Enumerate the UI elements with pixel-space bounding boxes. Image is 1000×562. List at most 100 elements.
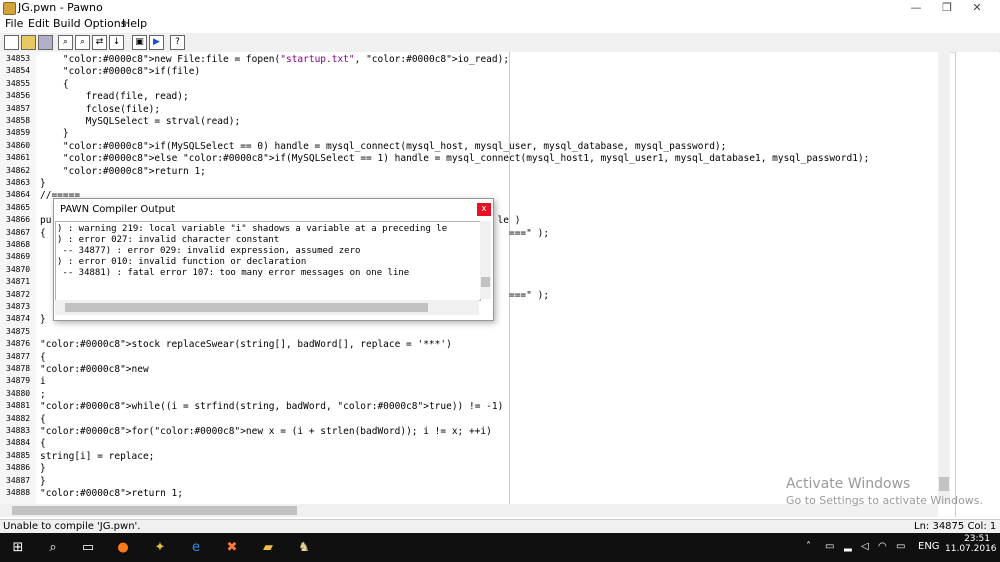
output-line: ) : error 010: invalid function or decla… [57, 257, 307, 267]
tray-app-icon[interactable]: ▭ [825, 541, 834, 552]
goto-line-icon[interactable]: ↓ [109, 35, 124, 50]
pawno-app-icon [3, 2, 16, 15]
menu-help[interactable]: Help [122, 17, 147, 30]
dialog-horizontal-scrollbar[interactable] [55, 300, 479, 315]
code-line: "color:#0000c8">while((i = strfind(strin… [40, 401, 504, 413]
new-file-icon[interactable] [4, 35, 19, 50]
line-number: 34871 [6, 277, 31, 287]
compiler-output-dialog: PAWN Compiler Output x ) : warning 219: … [53, 198, 494, 321]
line-number: 34877 [6, 351, 31, 361]
editor-vertical-scrollbar[interactable] [938, 52, 950, 504]
line-number: 34857 [6, 103, 31, 113]
xampp-icon[interactable]: ✖ [224, 540, 240, 556]
menu-options[interactable]: Options [84, 17, 126, 30]
dialog-vscroll-thumb[interactable] [481, 277, 490, 287]
code-line: } [40, 128, 69, 140]
horizontal-scroll-thumb[interactable] [12, 506, 297, 515]
code-line: MySQLSelect = strval(read); [40, 116, 241, 127]
line-number: 34853 [6, 54, 31, 63]
line-number: 34883 [6, 426, 31, 435]
toolbar: ⌕ ⌕ ⇄ ↓ ▣ ▶ ? [0, 33, 1000, 53]
line-number: 34881 [6, 401, 31, 411]
line-number: 34866 [6, 215, 31, 225]
firefox-icon[interactable]: ● [115, 540, 131, 556]
code-line: } [40, 475, 46, 487]
code-line: { [40, 438, 46, 450]
tray-chevron-icon[interactable]: ˄ [806, 541, 811, 552]
language-indicator[interactable]: ENG [918, 541, 940, 552]
line-number: 34861 [6, 153, 31, 163]
volume-icon[interactable]: ◁ [861, 541, 869, 552]
open-file-icon[interactable] [21, 35, 36, 50]
activate-windows-subtitle: Go to Settings to activate Windows. [786, 494, 984, 507]
line-number: 34856 [6, 91, 31, 101]
compiler-output-text[interactable]: ) : warning 219: local variable "i" shad… [55, 221, 481, 301]
line-number: 34875 [6, 326, 31, 336]
code-line: { [40, 351, 46, 363]
code-line: "color:#0000c8">if(MySQLSelect == 0) han… [62, 140, 727, 152]
line-number: 34888 [6, 488, 31, 497]
task-view-icon[interactable]: ▭ [80, 540, 96, 556]
line-number: 34873 [6, 302, 31, 311]
network-icon[interactable]: ▂ [844, 541, 852, 552]
file-explorer-icon[interactable]: ▰ [260, 540, 276, 556]
line-number: 34887 [6, 475, 31, 485]
line-number-gutter: 34853 34854 34855 34856 34857 34858 34859 34860… [0, 52, 36, 504]
clock-time: 23:51 [964, 534, 990, 544]
code-line: } [40, 314, 46, 326]
line-number: 34865 [6, 202, 31, 212]
edge-icon[interactable]: e [188, 540, 204, 556]
right-margin-guide [509, 52, 510, 504]
dialog-close-button[interactable]: x [477, 203, 491, 216]
find-icon[interactable]: ⌕ [58, 35, 73, 50]
line-number: 34869 [6, 252, 31, 262]
line-number: 34876 [6, 339, 31, 349]
menu-file[interactable]: File [5, 17, 23, 30]
wifi-icon[interactable]: ◠ [878, 541, 887, 552]
line-number: 34870 [6, 264, 31, 274]
find-next-icon[interactable]: ⌕ [75, 35, 90, 50]
code-line: } [40, 178, 46, 189]
title-bar: JG.pwn - Pawno — ❐ ✕ [0, 0, 1000, 16]
activate-windows-title: Activate Windows [786, 476, 911, 492]
menu-edit[interactable]: Edit [28, 17, 49, 30]
menu-bar: File Edit Build Options Help [0, 16, 1000, 32]
line-number: 34886 [6, 463, 31, 473]
dialog-hscroll-thumb[interactable] [65, 303, 428, 312]
output-line: ) : warning 219: local variable "i" shad… [57, 224, 448, 234]
dialog-title: PAWN Compiler Output [60, 204, 176, 215]
menu-build[interactable]: Build [53, 17, 81, 30]
line-number: 34880 [6, 388, 31, 398]
line-number: 34862 [6, 165, 31, 175]
replace-icon[interactable]: ⇄ [92, 35, 107, 50]
start-icon[interactable]: ⊞ [10, 540, 26, 556]
keyboard-icon[interactable]: ▭ [896, 541, 905, 552]
close-button[interactable]: ✕ [954, 0, 1000, 16]
function-list-panel[interactable] [955, 52, 999, 517]
clock-date: 11.07.2016 [945, 544, 997, 554]
line-number: 34882 [6, 413, 31, 423]
code-line: i [40, 376, 46, 388]
run-icon[interactable]: ▶ [149, 35, 164, 50]
vertical-scroll-thumb[interactable] [939, 477, 949, 491]
save-file-icon[interactable] [38, 35, 53, 50]
code-line: "color:#0000c8">return 1; [40, 488, 183, 499]
app-icon[interactable]: ✦ [152, 540, 168, 556]
line-number: 34874 [6, 314, 31, 324]
line-number: 34860 [6, 140, 31, 150]
help-icon[interactable]: ? [170, 35, 185, 50]
line-number: 34867 [6, 227, 31, 237]
code-line: fclose(file); [40, 103, 161, 115]
line-number: 34885 [6, 450, 31, 460]
pawno-taskbar-icon[interactable]: ♞ [296, 540, 312, 556]
code-line: ; [40, 388, 46, 400]
search-icon[interactable]: ⌕ [45, 540, 61, 556]
compile-icon[interactable]: ▣ [132, 35, 147, 50]
clock[interactable]: 23:51 11.07.2016 [945, 534, 997, 554]
code-line: string[i] = replace; [40, 450, 155, 462]
windows-taskbar: ⊞ ⌕ ▭ ● ✦ e ✖ ▰ ♞ ˄ ▭ ▂ ◁ ◠ ▭ ENG 23:51 … [0, 533, 1000, 562]
output-line: -- 34881) : fatal error 107: too many er… [57, 268, 410, 278]
line-number: 34864 [6, 190, 31, 200]
dialog-vertical-scrollbar[interactable] [480, 221, 491, 299]
line-number: 34863 [6, 178, 31, 187]
